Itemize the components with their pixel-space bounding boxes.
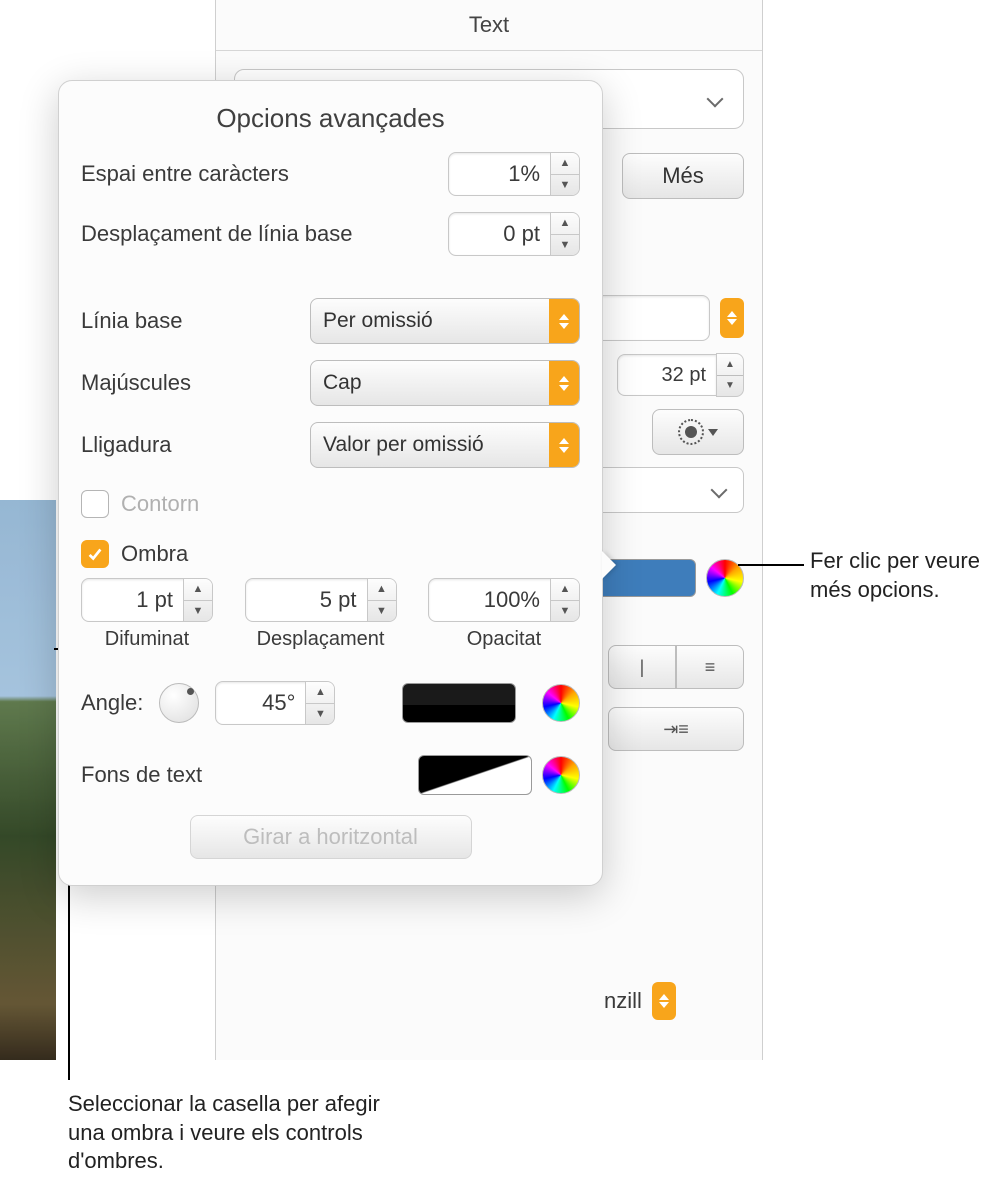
advanced-options-popover: Opcions avançades Espai entre caràcters …	[58, 80, 603, 886]
popover-title: Opcions avançades	[81, 103, 580, 134]
shadow-offset-value[interactable]: 5 pt	[246, 579, 367, 621]
chevron-down-icon	[708, 429, 718, 436]
angle-value[interactable]: 45°	[216, 682, 305, 724]
popup-arrows-icon	[549, 423, 579, 467]
justify-icon: ≡	[705, 657, 716, 678]
shadow-blur-label: Difuminat	[105, 628, 189, 651]
advanced-options-gear-button[interactable]	[652, 409, 744, 455]
shadow-opacity-value[interactable]: 100%	[429, 579, 550, 621]
baseline-shift-label: Desplaçament de línia base	[81, 221, 353, 247]
angle-label: Angle:	[81, 690, 143, 716]
line-base-label: Línia base	[81, 308, 183, 334]
align-option-1[interactable]: |	[608, 645, 676, 689]
spacing-stepper[interactable]	[652, 982, 676, 1020]
outline-checkbox[interactable]	[81, 490, 109, 518]
stepper-arrows-icon[interactable]: ▲▼	[550, 153, 579, 195]
stepper-arrows-icon[interactable]: ▲▼	[183, 579, 212, 621]
font-family-stepper[interactable]	[720, 298, 744, 338]
shadow-offset-label: Desplaçament	[257, 628, 385, 651]
baseline-shift-stepper[interactable]: 0 pt ▲▼	[448, 212, 580, 256]
popup-arrows-icon	[549, 299, 579, 343]
text-bg-color-swatch[interactable]	[418, 755, 532, 795]
shadow-checkbox[interactable]	[81, 540, 109, 568]
document-photo-preview	[0, 500, 56, 1060]
popup-arrows-icon	[549, 361, 579, 405]
callout-gear: Fer clic per veure més opcions.	[810, 547, 985, 604]
char-spacing-label: Espai entre caràcters	[81, 161, 289, 187]
outline-label: Contorn	[121, 491, 199, 517]
indent-button[interactable]: ⇥≡	[608, 707, 744, 751]
stepper-arrows-icon[interactable]: ▲▼	[550, 579, 579, 621]
caps-popup[interactable]: Cap	[310, 360, 580, 406]
line-base-value: Per omissió	[311, 309, 549, 333]
shadow-color-swatch[interactable]	[402, 683, 516, 723]
line-base-popup[interactable]: Per omissió	[310, 298, 580, 344]
angle-stepper[interactable]: 45° ▲▼	[215, 681, 335, 725]
angle-knob[interactable]	[159, 683, 199, 723]
shadow-offset-stepper[interactable]: 5 pt ▲▼	[245, 578, 397, 622]
font-size-stepper[interactable]: 32 pt ▲▼	[617, 353, 744, 397]
stepper-arrows-icon[interactable]: ▲▼	[367, 579, 396, 621]
caps-value: Cap	[311, 371, 549, 395]
spacing-dropdown-peek: nzill	[604, 982, 676, 1020]
inspector-tab-text[interactable]: Text	[216, 0, 762, 51]
align-icon: |	[640, 657, 645, 678]
chevron-down-icon	[707, 90, 725, 108]
char-spacing-value[interactable]: 1%	[449, 153, 550, 195]
stepper-arrows-icon[interactable]: ▲▼	[550, 213, 579, 255]
align-option-2[interactable]: ≡	[676, 645, 744, 689]
spacing-value-fragment: nzill	[604, 988, 642, 1014]
ligature-value: Valor per omissió	[311, 433, 549, 457]
caps-label: Majúscules	[81, 370, 191, 396]
shadow-opacity-stepper[interactable]: 100% ▲▼	[428, 578, 580, 622]
callout-leader-line	[738, 564, 804, 566]
shadow-blur-stepper[interactable]: 1 pt ▲▼	[81, 578, 213, 622]
baseline-shift-value[interactable]: 0 pt	[449, 213, 550, 255]
ligature-popup[interactable]: Valor per omissió	[310, 422, 580, 468]
outline-row: Contorn	[81, 490, 580, 518]
font-size-value[interactable]: 32 pt	[617, 354, 716, 396]
color-picker-wheel-icon[interactable]	[542, 756, 580, 794]
color-picker-wheel-icon[interactable]	[542, 684, 580, 722]
callout-shadow-checkbox: Seleccionar la casella per afegir una om…	[68, 1090, 408, 1176]
stepper-arrows-icon[interactable]: ▲▼	[305, 682, 334, 724]
rotate-horizontal-button[interactable]: Girar a horitzontal	[190, 815, 472, 859]
shadow-row: Ombra	[81, 540, 580, 568]
char-spacing-stepper[interactable]: 1% ▲▼	[448, 152, 580, 196]
gear-icon	[678, 419, 704, 445]
chevron-down-icon	[711, 481, 729, 499]
more-styles-button[interactable]: Més	[622, 153, 744, 199]
stepper-arrows-icon[interactable]: ▲▼	[716, 353, 744, 397]
shadow-blur-value[interactable]: 1 pt	[82, 579, 183, 621]
checkmark-icon	[86, 545, 104, 563]
shadow-label: Ombra	[121, 541, 188, 567]
indent-icon: ⇥≡	[663, 719, 689, 740]
ligature-label: Lligadura	[81, 432, 172, 458]
shadow-opacity-label: Opacitat	[467, 628, 541, 651]
text-bg-label: Fons de text	[81, 762, 202, 788]
